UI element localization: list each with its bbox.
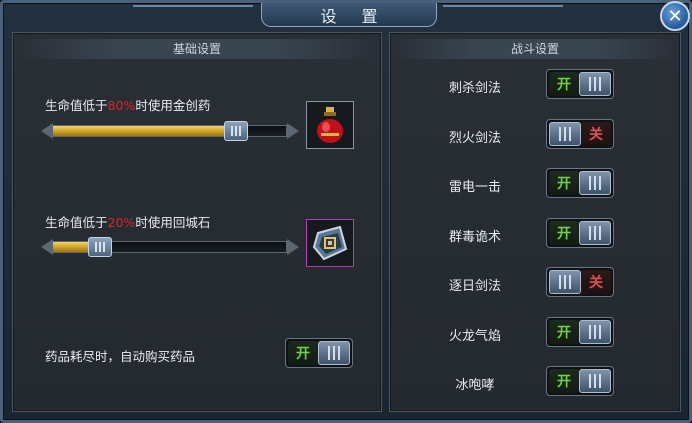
hp-potion-label-suffix: 时使用金创药	[135, 98, 211, 113]
slider-left-cap	[41, 239, 53, 255]
battle-skill-toggle[interactable]: 开	[546, 217, 614, 248]
toggle-grip	[549, 270, 581, 294]
toggle-grip	[579, 369, 611, 393]
basic-settings-panel: 基础设置 生命值低于80%时使用金创药 生命值低于20%时使用回城石 药品耗尽时…	[12, 32, 382, 412]
toggle-on-text: 开	[549, 220, 579, 245]
return-stone-item-slot[interactable]	[306, 219, 354, 267]
red-potion-icon	[317, 107, 343, 143]
hp-return-label: 生命值低于20%时使用回城石	[45, 212, 210, 231]
battle-skill-toggle[interactable]: 开	[546, 316, 614, 347]
toggle-grip	[549, 121, 581, 146]
slider-right-cap	[287, 239, 299, 255]
toggle-grip	[318, 341, 350, 365]
hp-return-percent: 20%	[107, 215, 136, 230]
hp-return-label-suffix: 时使用回城石	[135, 215, 211, 230]
toggle-off-text: 关	[581, 270, 611, 294]
hp-potion-label: 生命值低于80%时使用金创药	[45, 95, 210, 114]
toggle-off-text: 关	[581, 121, 611, 146]
title-ornament-left	[133, 5, 253, 13]
battle-skill-toggle[interactable]: 关	[546, 267, 614, 297]
toggle-grip	[579, 171, 611, 195]
slider-fill	[53, 126, 236, 136]
battle-skill-label: 火龙气焰	[448, 328, 501, 344]
hp-potion-percent: 80%	[107, 98, 136, 113]
battle-settings-panel: 战斗设置 刺杀剑法开烈火剑法关雷电一击开群毒诡术开逐日剑法关火龙气焰开冰咆哮开	[389, 32, 681, 412]
close-icon: ✕	[667, 5, 683, 27]
hp-potion-slider[interactable]	[41, 121, 299, 141]
potion-item-slot[interactable]	[306, 101, 354, 149]
hp-return-label-prefix: 生命值低于	[45, 215, 108, 230]
return-stone-icon	[312, 225, 348, 261]
battle-skill-label: 刺杀剑法	[448, 81, 501, 96]
battle-skill-label: 雷电一击	[448, 180, 501, 195]
hp-return-slider[interactable]	[41, 237, 299, 257]
battle-skill-toggle[interactable]: 关	[546, 118, 614, 149]
toggle-on-text: 开	[288, 341, 318, 365]
toggle-grip	[579, 319, 611, 344]
battle-settings-header: 战斗设置	[390, 39, 680, 59]
toggle-on-text: 开	[549, 72, 579, 96]
slider-right-cap	[287, 123, 299, 139]
battle-skill-label: 烈火剑法	[448, 130, 501, 146]
basic-settings-header: 基础设置	[13, 39, 381, 59]
battle-skill-label: 群毒诡术	[448, 229, 501, 245]
toggle-on-text: 开	[549, 369, 579, 393]
window-title: 设 置	[261, 3, 437, 27]
hp-potion-label-prefix: 生命值低于	[45, 98, 108, 113]
toggle-on-text: 开	[549, 319, 579, 344]
battle-skill-toggle[interactable]: 开	[546, 366, 614, 396]
toggle-grip	[579, 220, 611, 245]
slider-left-cap	[41, 123, 53, 139]
battle-skill-toggle[interactable]: 开	[546, 168, 614, 198]
toggle-on-text: 开	[549, 171, 579, 195]
auto-buy-toggle[interactable]: 开	[285, 338, 353, 368]
title-ornament-right	[443, 5, 563, 13]
slider-knob[interactable]	[224, 121, 248, 141]
close-button[interactable]: ✕	[660, 1, 690, 31]
battle-skill-toggle[interactable]: 开	[546, 69, 614, 99]
toggle-grip	[579, 72, 611, 96]
battle-skill-label: 逐日剑法	[448, 279, 501, 294]
battle-skill-label: 冰咆哮	[455, 378, 495, 393]
auto-buy-label: 药品耗尽时，自动购买药品	[45, 349, 196, 364]
slider-knob[interactable]	[88, 237, 112, 257]
